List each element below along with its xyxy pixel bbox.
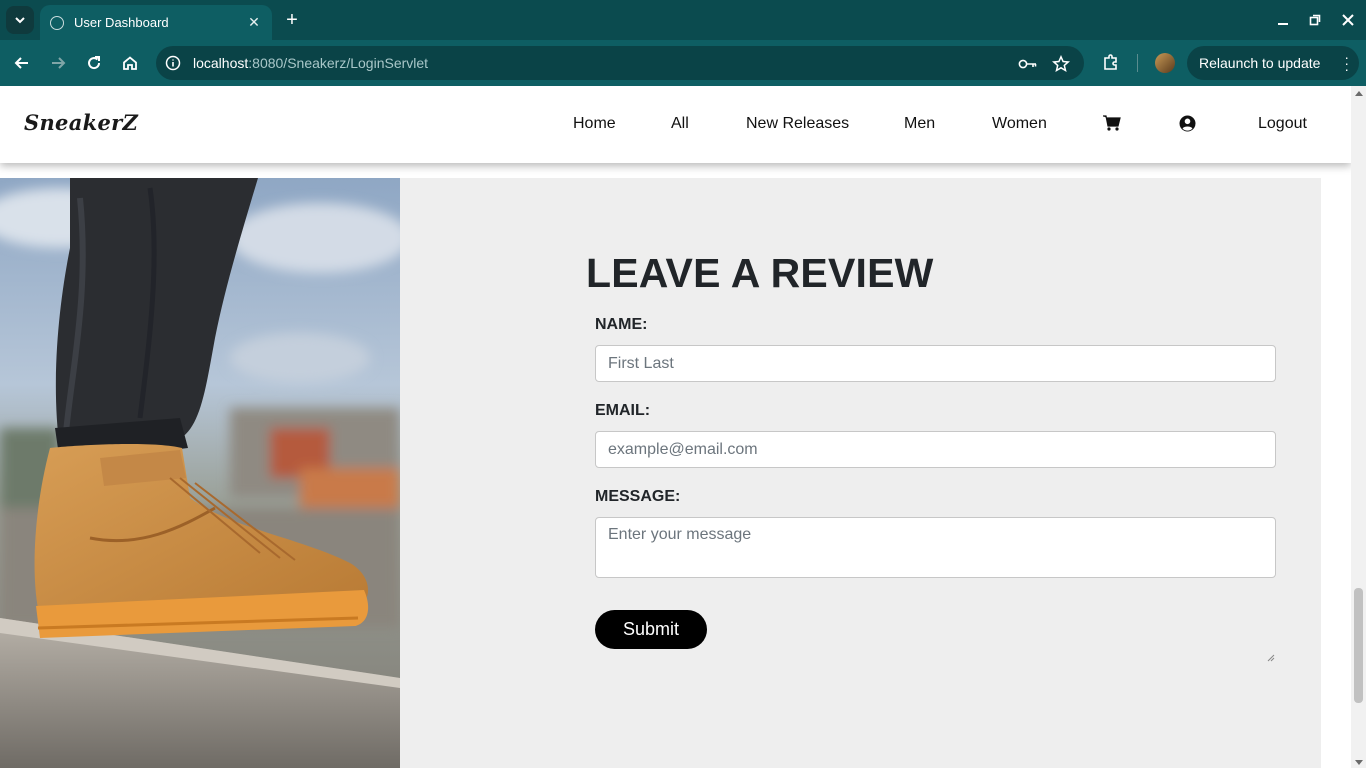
- home-button[interactable]: [118, 51, 142, 75]
- nav-men[interactable]: Men: [904, 115, 935, 133]
- minimize-icon: [1278, 23, 1288, 25]
- site-logo[interactable]: SneakerZ: [24, 110, 138, 135]
- arrow-left-icon: [14, 57, 28, 69]
- restore-button[interactable]: [1305, 10, 1325, 30]
- home-icon: [123, 56, 137, 70]
- page-scrollbar[interactable]: [1351, 86, 1366, 768]
- nav-all[interactable]: All: [671, 115, 689, 133]
- site-info-icon[interactable]: [164, 54, 182, 72]
- resize-handle-icon[interactable]: [1267, 654, 1275, 662]
- scroll-up-icon[interactable]: [1355, 91, 1363, 96]
- nav-women[interactable]: Women: [992, 115, 1047, 133]
- tab-search-button[interactable]: [6, 6, 34, 34]
- minimize-button[interactable]: [1273, 10, 1293, 30]
- close-tab-icon[interactable]: ✕: [246, 14, 262, 31]
- relaunch-label: Relaunch to update: [1199, 55, 1321, 71]
- forward-button[interactable]: [46, 51, 70, 75]
- address-bar[interactable]: localhost:8080/Sneakerz/LoginServlet: [156, 46, 1084, 80]
- review-panel: LEAVE A REVIEW NAME: EMAIL: MESSAGE: Sub…: [400, 178, 1321, 768]
- chevron-down-icon: [15, 17, 25, 24]
- new-tab-button[interactable]: +: [282, 10, 302, 30]
- page-viewport: SneakerZ Home All New Releases Men Women…: [0, 86, 1351, 768]
- tab-title: User Dashboard: [74, 15, 169, 30]
- message-textarea[interactable]: [595, 517, 1276, 578]
- message-label: MESSAGE:: [595, 488, 681, 505]
- bookmark-star-icon[interactable]: [1051, 54, 1071, 74]
- cart-icon[interactable]: [1102, 113, 1122, 133]
- profile-avatar[interactable]: [1155, 53, 1175, 73]
- url-path: :8080/Sneakerz/LoginServlet: [248, 55, 429, 71]
- back-button[interactable]: [10, 51, 34, 75]
- browser-tab[interactable]: User Dashboard ✕: [40, 5, 272, 40]
- email-label: EMAIL:: [595, 402, 651, 419]
- globe-icon: [50, 15, 64, 30]
- scroll-down-icon[interactable]: [1355, 760, 1363, 765]
- submit-button[interactable]: Submit: [595, 610, 707, 649]
- name-label: NAME:: [595, 316, 648, 333]
- user-circle-icon[interactable]: [1177, 113, 1197, 133]
- sneaker-photo: [0, 178, 400, 768]
- password-key-icon[interactable]: [1018, 54, 1038, 74]
- email-input[interactable]: [595, 431, 1276, 468]
- more-menu-icon[interactable]: · · ·: [1344, 50, 1349, 76]
- nav-new-releases[interactable]: New Releases: [746, 115, 849, 133]
- toolbar-separator: [1137, 54, 1138, 72]
- arrow-right-icon: [52, 57, 66, 69]
- review-title: LEAVE A REVIEW: [586, 250, 934, 296]
- reload-button[interactable]: [82, 51, 106, 75]
- close-icon: [1342, 14, 1354, 26]
- close-window-button[interactable]: [1338, 10, 1358, 30]
- browser-tabstrip: User Dashboard ✕ +: [0, 0, 1366, 40]
- reload-icon: [88, 56, 101, 70]
- site-navbar: SneakerZ Home All New Releases Men Women…: [0, 86, 1351, 163]
- relaunch-button[interactable]: Relaunch to update · · ·: [1187, 46, 1359, 80]
- browser-toolbar: localhost:8080/Sneakerz/LoginServlet Rel…: [0, 40, 1366, 86]
- scrollbar-thumb[interactable]: [1354, 588, 1363, 703]
- restore-icon: [1309, 14, 1321, 26]
- nav-home[interactable]: Home: [573, 115, 616, 133]
- url-host: localhost: [193, 55, 249, 71]
- extensions-button[interactable]: [1100, 51, 1122, 73]
- name-input[interactable]: [595, 345, 1276, 382]
- puzzle-icon: [1104, 54, 1117, 70]
- url-text[interactable]: localhost:8080/Sneakerz/LoginServlet: [193, 55, 428, 71]
- nav-logout[interactable]: Logout: [1258, 115, 1307, 133]
